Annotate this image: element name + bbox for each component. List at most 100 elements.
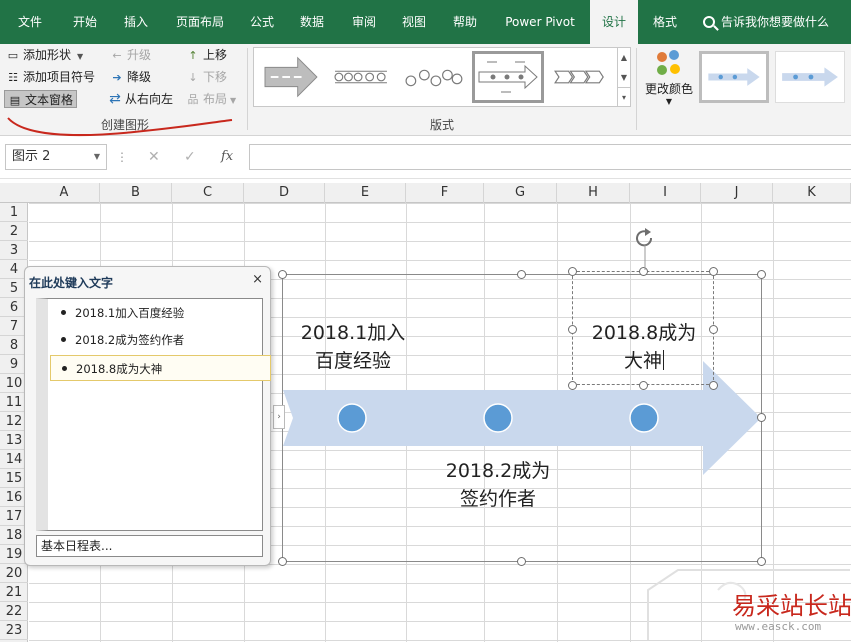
column-header-g[interactable]: G: [484, 183, 557, 203]
resize-handle[interactable]: [709, 381, 718, 390]
column-header-b[interactable]: B: [100, 183, 172, 203]
gallery-scroll-down[interactable]: ▼: [617, 68, 630, 88]
promote-button[interactable]: ← 升级: [110, 46, 151, 64]
row-header[interactable]: 21: [0, 583, 28, 602]
row-header[interactable]: 22: [0, 602, 28, 621]
timeline-node[interactable]: [629, 403, 659, 433]
move-up-button[interactable]: ↑ 上移: [186, 46, 227, 64]
layout-option-chevron-steps[interactable]: [550, 51, 616, 103]
red-annotation-curve: [7, 117, 233, 137]
watermark-url: www.easck.com: [735, 620, 822, 633]
resize-handle[interactable]: [709, 325, 718, 334]
text-pane-list[interactable]: 2018.1加入百度经验 2018.2成为签约作者 2018.8成为大神: [36, 298, 271, 531]
timeline-item-1[interactable]: 2018.1加入 百度经验: [283, 319, 423, 375]
column-header-c[interactable]: C: [172, 183, 244, 203]
column-header-h[interactable]: H: [557, 183, 630, 203]
add-shape-button[interactable]: ▭ 添加形状 ▼: [6, 46, 83, 64]
bullet-icon: [61, 310, 66, 315]
tab-power-pivot[interactable]: Power Pivot: [498, 0, 582, 44]
move-down-label: 下移: [203, 70, 228, 84]
text-pane-item[interactable]: 2018.2成为签约作者: [50, 327, 271, 353]
row-header[interactable]: 1: [0, 203, 28, 222]
layout-option-basic-timeline[interactable]: [472, 51, 544, 103]
add-bullet-button[interactable]: ☷ 添加项目符号: [6, 68, 95, 86]
layout-option-circles[interactable]: [400, 51, 466, 103]
move-down-button[interactable]: ↓ 下移: [186, 68, 227, 86]
tab-insert[interactable]: 插入: [112, 0, 160, 44]
org-chart-icon: 品: [187, 93, 199, 106]
column-header-a[interactable]: A: [29, 183, 100, 203]
style-option-white-outline[interactable]: [775, 51, 845, 103]
column-header-j[interactable]: J: [701, 183, 773, 203]
gallery-scroll-up[interactable]: ▲: [617, 48, 630, 68]
name-box[interactable]: 图示 2 ▼: [5, 144, 107, 170]
timeline-item-2[interactable]: 2018.2成为 签约作者: [428, 457, 568, 513]
insert-function-icon[interactable]: fx: [221, 144, 233, 170]
layout-button[interactable]: 品布局 ▼: [186, 90, 237, 108]
layout-option-arrow[interactable]: [258, 51, 322, 103]
tab-file[interactable]: 文件: [8, 0, 52, 44]
resize-handle[interactable]: [517, 557, 526, 566]
tab-design[interactable]: 设计: [590, 0, 638, 44]
text-pane-item[interactable]: 2018.8成为大神: [50, 355, 271, 381]
tab-home[interactable]: 开始: [60, 0, 110, 44]
style-option-simple-fill[interactable]: [699, 51, 769, 103]
tab-view[interactable]: 视图: [390, 0, 438, 44]
demote-button[interactable]: ➔ 降级: [110, 68, 151, 86]
change-colors-label: 更改颜色: [644, 82, 693, 96]
resize-handle[interactable]: [709, 267, 718, 276]
enter-icon[interactable]: ✓: [184, 144, 196, 170]
column-header-d[interactable]: D: [244, 183, 325, 203]
resize-handle[interactable]: [568, 325, 577, 334]
resize-handle[interactable]: [757, 413, 766, 422]
resize-handle[interactable]: [278, 557, 287, 566]
chevron-down-icon: ▼: [93, 152, 100, 161]
resize-handle[interactable]: [757, 270, 766, 279]
text-pane-item[interactable]: 2018.1加入百度经验: [50, 300, 271, 326]
group-separator: [636, 48, 637, 130]
group-separator: [247, 48, 248, 130]
layout-option-chevron-chain[interactable]: [328, 51, 394, 103]
layout-description-link[interactable]: 基本日程表...: [36, 535, 263, 557]
rotate-handle-icon[interactable]: [633, 226, 657, 274]
row-header[interactable]: 2: [0, 222, 28, 241]
right-to-left-button[interactable]: ⇄ 从右向左: [108, 90, 173, 108]
resize-handle[interactable]: [278, 270, 287, 279]
layouts-gallery: ▲ ▼ ▾: [253, 47, 631, 107]
change-colors-button[interactable]: 更改颜色 ▼: [641, 48, 697, 112]
resize-handle[interactable]: [568, 267, 577, 276]
timeline-item-1-line2: 百度经验: [314, 350, 391, 372]
close-icon[interactable]: ×: [252, 272, 263, 287]
ribbon-tab-bar: 文件 开始 插入 页面布局 公式 数据 审阅 视图 帮助 Power Pivot…: [0, 0, 851, 44]
smartart-styles-gallery: [697, 47, 851, 107]
arrow-left-icon: ←: [112, 49, 122, 62]
tab-review[interactable]: 审阅: [340, 0, 388, 44]
resize-handle[interactable]: [517, 270, 526, 279]
bullet-icon: [61, 337, 66, 342]
row-header[interactable]: 20: [0, 564, 28, 583]
cancel-icon[interactable]: ✕: [148, 144, 160, 170]
text-pane-toggle[interactable]: ›: [273, 405, 285, 429]
column-header-i[interactable]: I: [630, 183, 701, 203]
tab-format[interactable]: 格式: [643, 0, 687, 44]
column-header-f[interactable]: F: [406, 183, 484, 203]
formula-input[interactable]: [249, 144, 851, 170]
row-header[interactable]: 23: [0, 621, 28, 640]
tab-formulas[interactable]: 公式: [238, 0, 286, 44]
row-header[interactable]: 3: [0, 241, 28, 260]
tell-me-search[interactable]: 告诉我你想要做什么: [703, 0, 829, 44]
arrow-up-icon: ↑: [188, 49, 198, 62]
text-pane-button[interactable]: ▤ 文本窗格: [4, 90, 78, 108]
bullet-icon: [62, 366, 67, 371]
timeline-node[interactable]: [483, 403, 513, 433]
promote-label: 升级: [127, 48, 152, 62]
column-header-k[interactable]: K: [773, 183, 851, 203]
tab-data[interactable]: 数据: [288, 0, 336, 44]
tab-page-layout[interactable]: 页面布局: [166, 0, 234, 44]
gallery-more[interactable]: ▾: [617, 87, 630, 107]
timeline-node[interactable]: [337, 403, 367, 433]
resize-handle[interactable]: [639, 381, 648, 390]
resize-handle[interactable]: [568, 381, 577, 390]
column-header-e[interactable]: E: [325, 183, 406, 203]
tab-help[interactable]: 帮助: [440, 0, 490, 44]
